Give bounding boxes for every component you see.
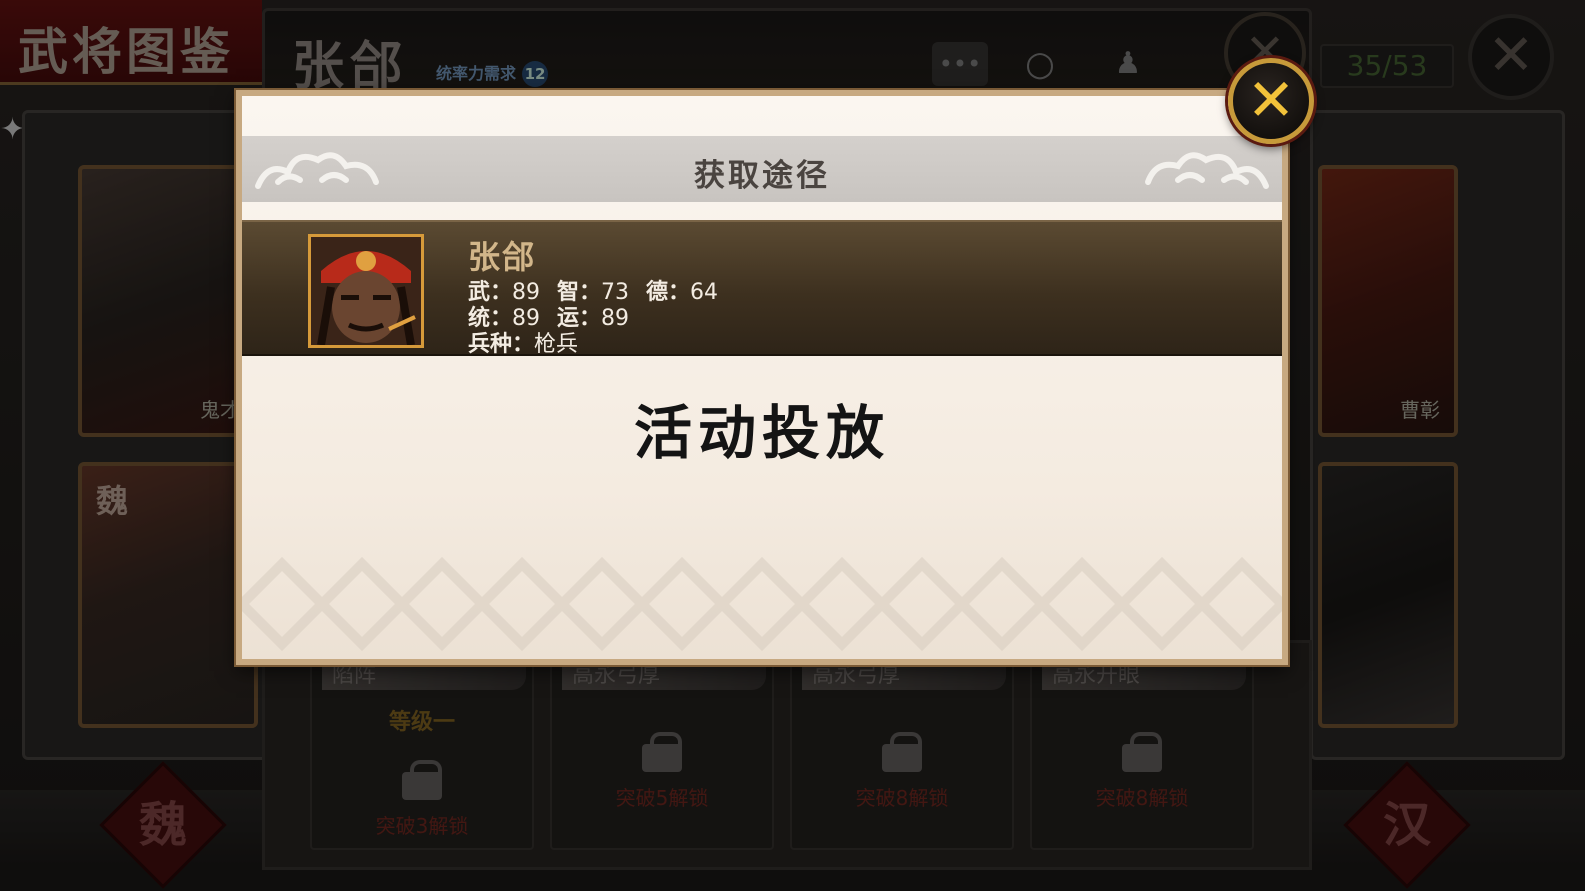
lattice-ornament-icon: [242, 556, 1282, 652]
stat-line-3: 兵种：枪兵: [468, 326, 588, 358]
dialog-title: 获取途径: [694, 158, 830, 194]
general-portrait: [308, 234, 424, 348]
close-dialog-button[interactable]: ✕: [1228, 58, 1314, 144]
stat-value-yun: 89: [601, 306, 630, 331]
acquire-method-dialog: 获取途径 张郃 武：89 智：73 德：64 统：89 运：89 兵种：枪兵 活…: [236, 90, 1288, 665]
stat-value-de: 64: [690, 280, 719, 305]
stat-label-troop: 兵种：: [468, 332, 535, 357]
stat-label-de: 德：: [646, 280, 691, 305]
general-name: 张郃: [468, 238, 537, 276]
general-info-panel: 张郃 武：89 智：73 德：64 统：89 运：89 兵种：枪兵: [242, 220, 1282, 358]
portrait-image: [311, 237, 421, 345]
acquire-method-text: 活动投放: [633, 399, 890, 467]
stat-value-troop: 枪兵: [534, 332, 579, 357]
